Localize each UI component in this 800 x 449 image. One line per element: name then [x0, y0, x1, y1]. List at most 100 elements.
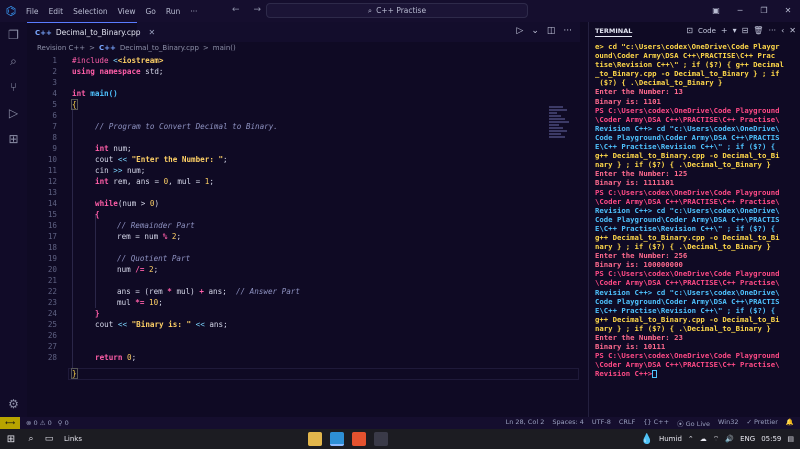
run-debug-icon[interactable]: ▷ — [6, 106, 21, 121]
back-arrow-icon[interactable]: ← — [232, 5, 240, 15]
status-bar: ⟷ ⊗ 0 ⚠ 0 ⚲ 0 Ln 28, Col 2 Spaces: 4 UTF… — [0, 417, 800, 429]
settings-gear-icon[interactable]: ⚙ — [6, 397, 21, 412]
ports-indicator[interactable]: ⚲ 0 — [58, 419, 69, 427]
command-center-search[interactable]: ⌕ C++ Practise — [266, 3, 528, 18]
terminal-tab[interactable]: TERMINAL — [595, 27, 633, 37]
terminal-line: ound\Coder Army\DSA C++\PRACTISE\C++ Pra… — [595, 51, 776, 61]
more-actions-icon[interactable]: ··· — [563, 26, 572, 36]
terminal-shell-icon: ⊡ — [686, 26, 693, 35]
source-control-icon[interactable]: ⑂ — [6, 80, 21, 95]
notifications-bell-icon[interactable]: 🔔 — [786, 418, 794, 428]
breadcrumb-symbol[interactable]: main() — [213, 44, 236, 52]
window-controls: ▣ ─ ❐ ✕ — [704, 0, 800, 22]
brave-browser-icon[interactable] — [352, 432, 366, 446]
onedrive-icon[interactable]: ☁ — [700, 435, 707, 443]
close-tab-icon[interactable]: ✕ — [149, 28, 156, 37]
terminal-line: Binary is: 100000000 — [595, 260, 683, 270]
terminal-line: \Coder Army\DSA C++\PRACTISE\C++ Practis… — [595, 360, 780, 370]
code-line: 20 num /= 2; — [47, 265, 159, 274]
terminal-line: \Coder Army\DSA C++\PRACTISE\C++ Practis… — [595, 278, 780, 288]
code-line: 13 — [47, 188, 57, 197]
terminal-line: Enter the Number: 125 — [595, 169, 688, 179]
taskbar-links-label[interactable]: Links — [64, 435, 82, 443]
code-line: 7 // Program to Convert Decimal to Binar… — [52, 122, 278, 131]
code-editor[interactable]: 1 #include <<iostream> 2 using namespace… — [27, 54, 607, 417]
breadcrumb-folder[interactable]: Revision C++ — [37, 44, 85, 52]
layout-icon[interactable]: ▣ — [704, 0, 728, 22]
split-editor-icon[interactable]: ◫ — [547, 26, 556, 36]
terminal-cursor — [652, 370, 658, 379]
editor-tabs: C++ Decimal_to_Binary.cpp ✕ ▷ ⌄ ◫ ··· — [27, 22, 580, 42]
tray-chevron-icon[interactable]: ⌃ — [688, 435, 694, 443]
notification-center-icon[interactable]: ▤ — [787, 435, 794, 443]
weather-label[interactable]: Humid — [659, 435, 682, 443]
menu-view[interactable]: View — [118, 7, 136, 16]
taskbar-search-icon[interactable]: ⌕ — [22, 434, 40, 444]
terminal-line: E\C++ Practise\Revision C++\" ; if ($?) … — [595, 305, 776, 315]
task-view-icon[interactable]: ▭ — [40, 434, 58, 444]
run-code-icon[interactable]: ▷ — [516, 26, 523, 36]
search-icon[interactable]: ⌕ — [6, 54, 21, 69]
code-line: 14 while(num > 0) — [47, 199, 160, 208]
wifi-icon[interactable]: ⌔ — [713, 435, 720, 444]
terminal-line: E\C++ Practise\Revision C++\" ; if ($?) … — [595, 142, 776, 152]
terminal-more-icon[interactable]: ··· — [768, 26, 776, 35]
app-icon[interactable] — [374, 432, 388, 446]
terminal-line: Code Playground\Coder Army\DSA C++\PRACT… — [595, 214, 780, 224]
terminal-line: Enter the Number: 256 — [595, 251, 688, 261]
code-line: 18 — [47, 243, 57, 252]
menu-edit[interactable]: Edit — [49, 7, 64, 16]
platform[interactable]: Win32 — [718, 418, 738, 428]
terminal-line: PS C:\Users\codex\OneDrive\Code Playgrou… — [595, 105, 780, 115]
indentation[interactable]: Spaces: 4 — [552, 418, 584, 428]
maximize-button[interactable]: ❐ — [752, 0, 776, 22]
remote-indicator-icon[interactable]: ⟷ — [0, 417, 20, 429]
code-line: 25 cout << "Binary is: " << ans; — [47, 320, 228, 329]
vscode-taskbar-icon[interactable] — [330, 432, 344, 446]
minimap[interactable] — [549, 106, 571, 146]
code-line: 23 mul *= 10; — [47, 298, 163, 307]
menu-file[interactable]: File — [26, 7, 39, 16]
menu-go[interactable]: Go — [145, 7, 155, 16]
run-dropdown-icon[interactable]: ⌄ — [531, 26, 539, 36]
terminal-line: Enter the Number: 23 — [595, 333, 683, 342]
tab-decimal-to-binary[interactable]: C++ Decimal_to_Binary.cpp ✕ — [27, 22, 155, 42]
line-ending[interactable]: CRLF — [619, 418, 635, 428]
menu-selection[interactable]: Selection — [73, 7, 108, 16]
volume-icon[interactable]: 🔊 — [725, 435, 734, 443]
collapse-panel-icon[interactable]: ‹ — [781, 26, 784, 35]
clock[interactable]: 05:59 — [761, 435, 781, 443]
split-terminal-icon[interactable]: ⊟ — [742, 26, 749, 35]
forward-arrow-icon[interactable]: → — [254, 5, 262, 15]
title-bar: ⌬ File Edit Selection View Go Run ··· ← … — [0, 0, 800, 22]
problems-indicator[interactable]: ⊗ 0 ⚠ 0 — [26, 419, 52, 427]
kill-terminal-icon[interactable]: 🗑 — [753, 26, 763, 35]
prettier-status[interactable]: ✓ Prettier — [746, 418, 777, 428]
close-panel-icon[interactable]: ✕ — [789, 26, 796, 35]
terminal-toolbar: ⊡ Code + ▾ ⊟ 🗑 ··· ‹ ✕ — [686, 26, 796, 35]
go-live-button[interactable]: ⦿ Go Live — [677, 418, 710, 428]
code-line: 10 cout << "Enter the Number: "; — [47, 155, 228, 164]
code-line: 3 — [52, 78, 57, 87]
menu-run[interactable]: Run — [166, 7, 180, 16]
menu-more[interactable]: ··· — [190, 7, 197, 16]
terminal-profile[interactable]: Code — [698, 27, 716, 35]
terminal-dropdown-icon[interactable]: ▾ — [733, 26, 737, 35]
new-terminal-button[interactable]: + — [721, 26, 728, 35]
close-button[interactable]: ✕ — [776, 0, 800, 22]
minimize-button[interactable]: ─ — [728, 0, 752, 22]
explorer-icon[interactable]: ❐ — [6, 28, 21, 43]
system-tray: 💧 Humid ⌃ ☁ ⌔ 🔊 ENG 05:59 ▤ — [641, 429, 794, 449]
language-mode[interactable]: {} C++ — [643, 418, 669, 428]
breadcrumb-file[interactable]: Decimal_to_Binary.cpp — [120, 44, 199, 52]
search-icon: ⌕ — [367, 5, 373, 15]
input-language[interactable]: ENG — [740, 435, 755, 443]
encoding[interactable]: UTF-8 — [592, 418, 611, 428]
terminal-line: nary } ; if ($?) { .\Decimal_to_Binary } — [595, 242, 771, 252]
terminal-output[interactable]: e> cd "c:\Users\codex\OneDrive\Code Play… — [595, 42, 797, 379]
extensions-icon[interactable]: ⊞ — [6, 132, 21, 147]
cursor-position[interactable]: Ln 28, Col 2 — [506, 418, 545, 428]
status-left: ⊗ 0 ⚠ 0 ⚲ 0 — [26, 419, 69, 427]
windows-start-icon[interactable]: ⊞ — [0, 434, 22, 445]
file-explorer-icon[interactable] — [308, 432, 322, 446]
